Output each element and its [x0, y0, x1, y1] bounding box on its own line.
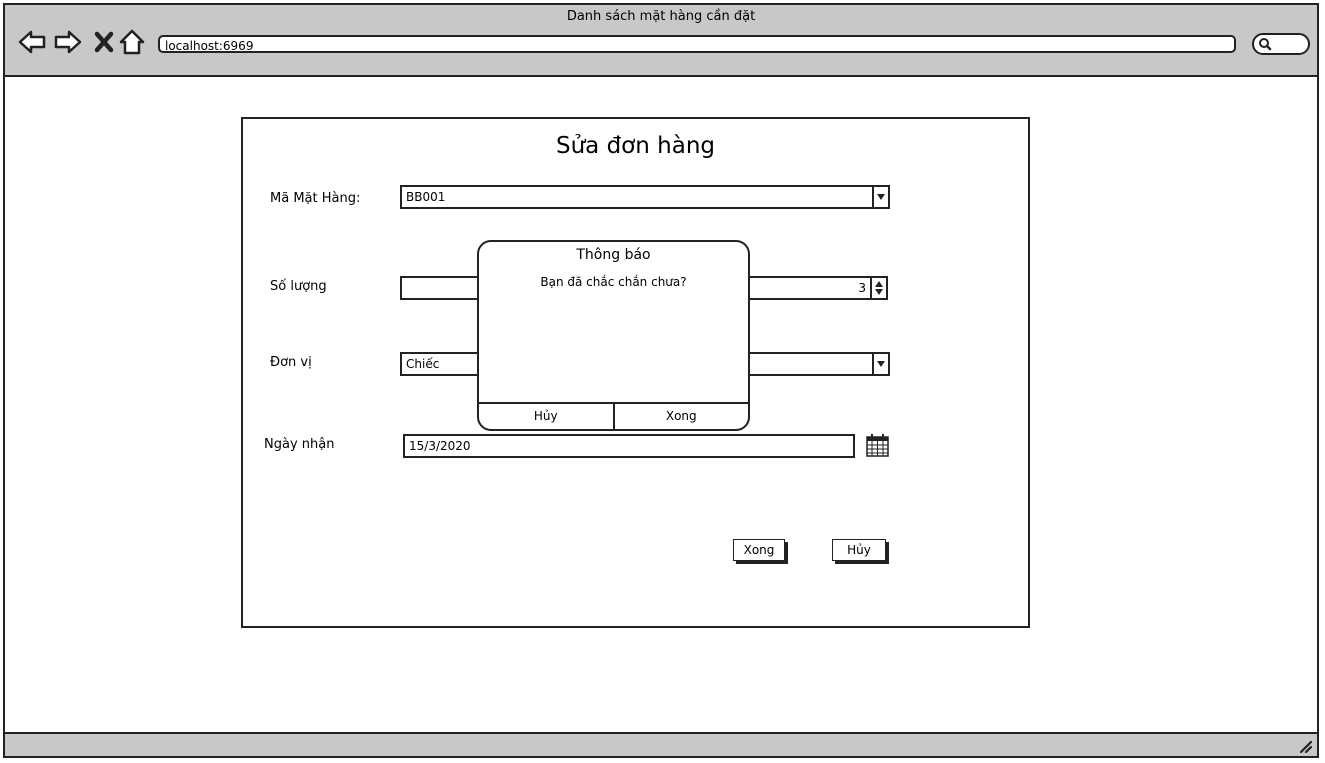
status-bar — [5, 732, 1317, 756]
address-bar[interactable]: localhost:6969 — [158, 35, 1236, 53]
cancel-button[interactable]: Hủy — [832, 539, 886, 561]
dialog-title: Thông báo — [576, 247, 651, 263]
date-label: Ngày nhận — [264, 437, 335, 452]
resize-grip-icon[interactable] — [1297, 738, 1313, 754]
back-arrow-icon[interactable] — [17, 27, 47, 57]
unit-value: Chiếc — [406, 357, 440, 371]
calendar-icon[interactable] — [866, 433, 889, 457]
home-icon[interactable] — [117, 27, 147, 57]
dialog-confirm-button[interactable]: Xong — [615, 404, 749, 429]
spin-arrows-icon — [875, 281, 883, 295]
product-code-value: BB001 — [406, 190, 446, 204]
dialog-button-bar: Hủy Xong — [479, 402, 748, 429]
chevron-down-icon — [877, 361, 885, 367]
page-title: Sửa đơn hàng — [556, 133, 715, 159]
chevron-down-icon — [877, 194, 885, 200]
close-icon[interactable] — [89, 27, 119, 57]
dialog-cancel-button[interactable]: Hủy — [479, 404, 615, 429]
quantity-value: 3 — [858, 281, 866, 295]
product-code-select[interactable]: BB001 — [400, 185, 890, 209]
product-code-label: Mã Mặt Hàng: — [270, 191, 361, 206]
browser-toolbar: Danh sách mặt hàng cần đặt localhost:696… — [5, 5, 1317, 77]
quantity-label: Số lượng — [270, 279, 327, 294]
done-button[interactable]: Xong — [733, 539, 785, 561]
forward-arrow-icon[interactable] — [53, 27, 83, 57]
date-input[interactable]: 15/3/2020 — [403, 434, 855, 458]
date-value: 15/3/2020 — [409, 439, 471, 453]
window-title: Danh sách mặt hàng cần đặt — [566, 9, 756, 24]
search-box[interactable] — [1252, 33, 1310, 55]
search-icon — [1259, 38, 1272, 51]
dialog-message: Bạn đã chắc chắn chưa? — [540, 275, 687, 289]
product-code-dropdown-button[interactable] — [872, 187, 888, 207]
quantity-spin-buttons[interactable] — [870, 278, 886, 298]
confirm-dialog: Thông báo Bạn đã chắc chắn chưa? Hủy Xon… — [477, 240, 750, 431]
unit-dropdown-button[interactable] — [872, 354, 888, 374]
unit-label: Đơn vị — [270, 355, 312, 370]
